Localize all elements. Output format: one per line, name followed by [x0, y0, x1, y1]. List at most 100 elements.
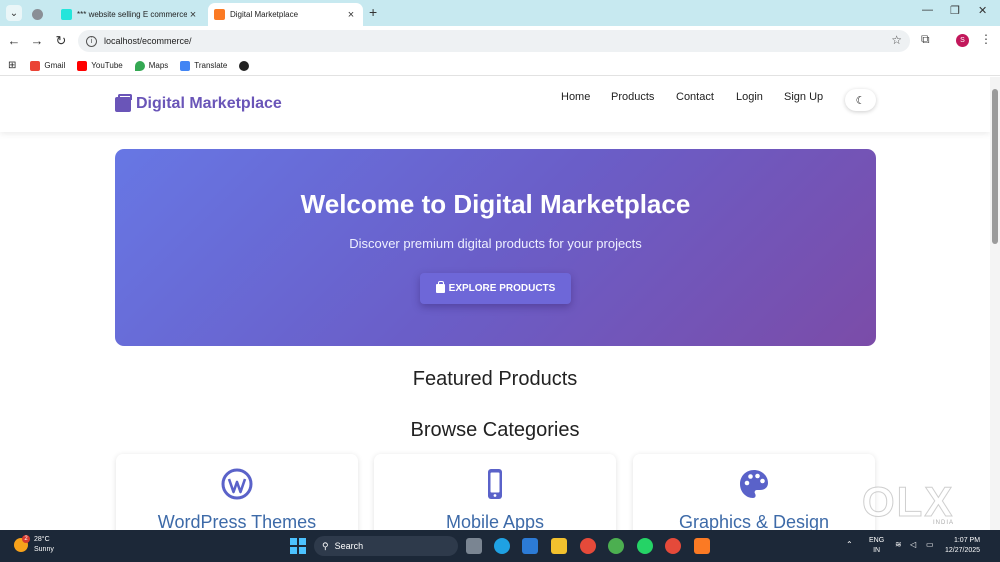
bookmark-globe[interactable]	[239, 60, 253, 71]
page-scrollbar[interactable]	[990, 77, 1000, 530]
palette-icon	[740, 470, 768, 498]
site-navbar: Digital Marketplace Home Products Contac…	[0, 77, 990, 132]
bookmark-maps[interactable]: Maps	[134, 60, 169, 71]
bookmark-gmail[interactable]: Gmail	[30, 60, 66, 71]
tab-digital-marketplace[interactable]: Digital Marketplace ×	[208, 3, 363, 26]
button-label: EXPLORE PRODUCTS	[448, 283, 556, 294]
bookmark-label: Gmail	[44, 61, 66, 70]
category-title: WordPress Themes	[157, 512, 317, 530]
nav-sign-up[interactable]: Sign Up	[784, 91, 823, 103]
back-icon[interactable]: ←	[6, 33, 22, 48]
weather-widget[interactable]: 2 28°C Sunny	[14, 535, 54, 555]
chevron-up-icon[interactable]: ⌃	[846, 540, 853, 549]
hero-banner: Welcome to Digital Marketplace Discover …	[115, 149, 876, 346]
browser-tab-bar: ⌄ *** website selling E commerce × Digit…	[0, 0, 1000, 26]
sun-icon: 2	[14, 535, 30, 552]
theme-toggle-button[interactable]: ☾	[845, 89, 876, 111]
apps-grid-icon[interactable]: ⊞	[8, 60, 16, 71]
weather-desc: Sunny	[34, 546, 54, 553]
nav-login[interactable]: Login	[736, 91, 763, 103]
reload-icon[interactable]: ↻	[53, 33, 69, 49]
lang-code: ENG	[869, 537, 885, 544]
shopping-bag-icon	[435, 281, 445, 293]
lang-region: IN	[873, 547, 881, 554]
address-bar-row: ← → ↻ i localhost/ecommerce/ ☆	[0, 26, 1000, 56]
bookmark-label: Maps	[148, 61, 169, 70]
tab-title: Digital Marketplace	[230, 10, 299, 19]
clock-date: 12/27/2025	[945, 547, 981, 554]
olx-favicon-icon	[61, 9, 72, 20]
hero-title: Welcome to Digital Marketplace	[300, 189, 691, 219]
notification-badge: 2	[22, 535, 30, 543]
nav-products[interactable]: Products	[611, 91, 654, 103]
olx-watermark: OLX	[861, 478, 955, 526]
file-explorer-icon[interactable]	[551, 538, 567, 554]
category-card-wordpress[interactable]: WordPress Themes	[116, 454, 358, 530]
store-icon	[115, 93, 132, 112]
bookmark-label: Translate	[194, 61, 228, 70]
chrome-profile-2-icon[interactable]	[665, 538, 681, 554]
featured-products-heading: Featured Products	[412, 368, 578, 390]
wordpress-icon	[221, 468, 253, 500]
url-text: localhost/ecommerce/	[104, 36, 192, 46]
taskbar-search[interactable]: ⚲ Search	[314, 536, 458, 556]
chrome-icon[interactable]	[580, 538, 596, 554]
bookmarks-bar: ⊞ Gmail YouTube Maps Translate	[0, 56, 1000, 76]
minimize-button[interactable]: —	[922, 4, 933, 16]
web-page: Digital Marketplace Home Products Contac…	[0, 77, 990, 530]
forward-icon[interactable]: →	[29, 33, 45, 48]
start-windows-icon[interactable]	[290, 538, 306, 554]
category-card-mobile-apps[interactable]: Mobile Apps	[374, 454, 616, 530]
bookmark-star-icon[interactable]: ☆	[891, 33, 902, 47]
maps-icon	[134, 60, 145, 71]
nav-home[interactable]: Home	[561, 91, 590, 103]
battery-icon[interactable]: ▭	[926, 540, 934, 549]
new-tab-button[interactable]: +	[369, 4, 377, 20]
olx-watermark-sub: INDIA	[933, 520, 955, 526]
url-input[interactable]: i localhost/ecommerce/ ☆	[78, 30, 910, 52]
scroll-thumb[interactable]	[992, 89, 998, 244]
nav-contact[interactable]: Contact	[676, 91, 714, 103]
vscode-icon[interactable]	[522, 538, 538, 554]
language-indicator[interactable]: ENG IN	[869, 536, 884, 556]
site-info-icon[interactable]: i	[86, 35, 97, 47]
volume-icon[interactable]: ◁	[910, 540, 916, 549]
profile-avatar[interactable]: S	[956, 34, 969, 47]
mobile-icon	[488, 469, 502, 499]
xampp-favicon-icon	[214, 9, 225, 20]
tab-olx[interactable]: *** website selling E commerce ×	[55, 3, 205, 26]
tab-pinned[interactable]	[26, 3, 52, 26]
explore-products-button[interactable]: EXPLORE PRODUCTS	[420, 273, 571, 304]
search-icon: ⚲	[322, 540, 329, 551]
chrome-profile-icon[interactable]	[608, 538, 624, 554]
task-view-icon[interactable]	[466, 538, 482, 554]
taskbar: 2 28°C Sunny ⚲ Search ⌃ ENG IN ≋ ◁ ▭ 1:0…	[0, 530, 1000, 562]
youtube-icon	[77, 60, 88, 71]
whatsapp-icon[interactable]	[637, 538, 653, 554]
category-card-graphics-design[interactable]: Graphics & Design	[633, 454, 875, 530]
clock[interactable]: 1:07 PM 12/27/2025	[945, 536, 980, 556]
close-icon[interactable]: ×	[187, 9, 199, 21]
hero-subtitle: Discover premium digital products for yo…	[349, 236, 642, 251]
weather-temp: 28°C	[34, 536, 50, 543]
site-brand[interactable]: Digital Marketplace	[115, 93, 282, 113]
menu-icon[interactable]: ⋮	[980, 32, 992, 46]
close-icon[interactable]: ×	[345, 9, 357, 21]
close-window-button[interactable]: ✕	[978, 4, 987, 17]
clock-time: 1:07 PM	[953, 537, 981, 544]
bookmark-translate[interactable]: Translate	[180, 60, 228, 71]
moon-icon: ☾	[855, 94, 866, 107]
globe-icon	[32, 9, 43, 20]
brand-label: Digital Marketplace	[136, 95, 282, 112]
maximize-button[interactable]: ❐	[950, 4, 960, 17]
tab-search-button[interactable]: ⌄	[6, 5, 22, 21]
translate-icon	[180, 60, 191, 71]
edge-icon[interactable]	[494, 538, 510, 554]
xampp-icon[interactable]	[694, 538, 710, 554]
bookmark-youtube[interactable]: YouTube	[77, 60, 123, 71]
extensions-icon[interactable]: ⧉	[921, 32, 930, 47]
gmail-icon	[30, 60, 41, 71]
wifi-icon[interactable]: ≋	[895, 540, 902, 549]
browse-categories-heading: Browse Categories	[410, 419, 580, 441]
search-label: Search	[334, 541, 364, 551]
